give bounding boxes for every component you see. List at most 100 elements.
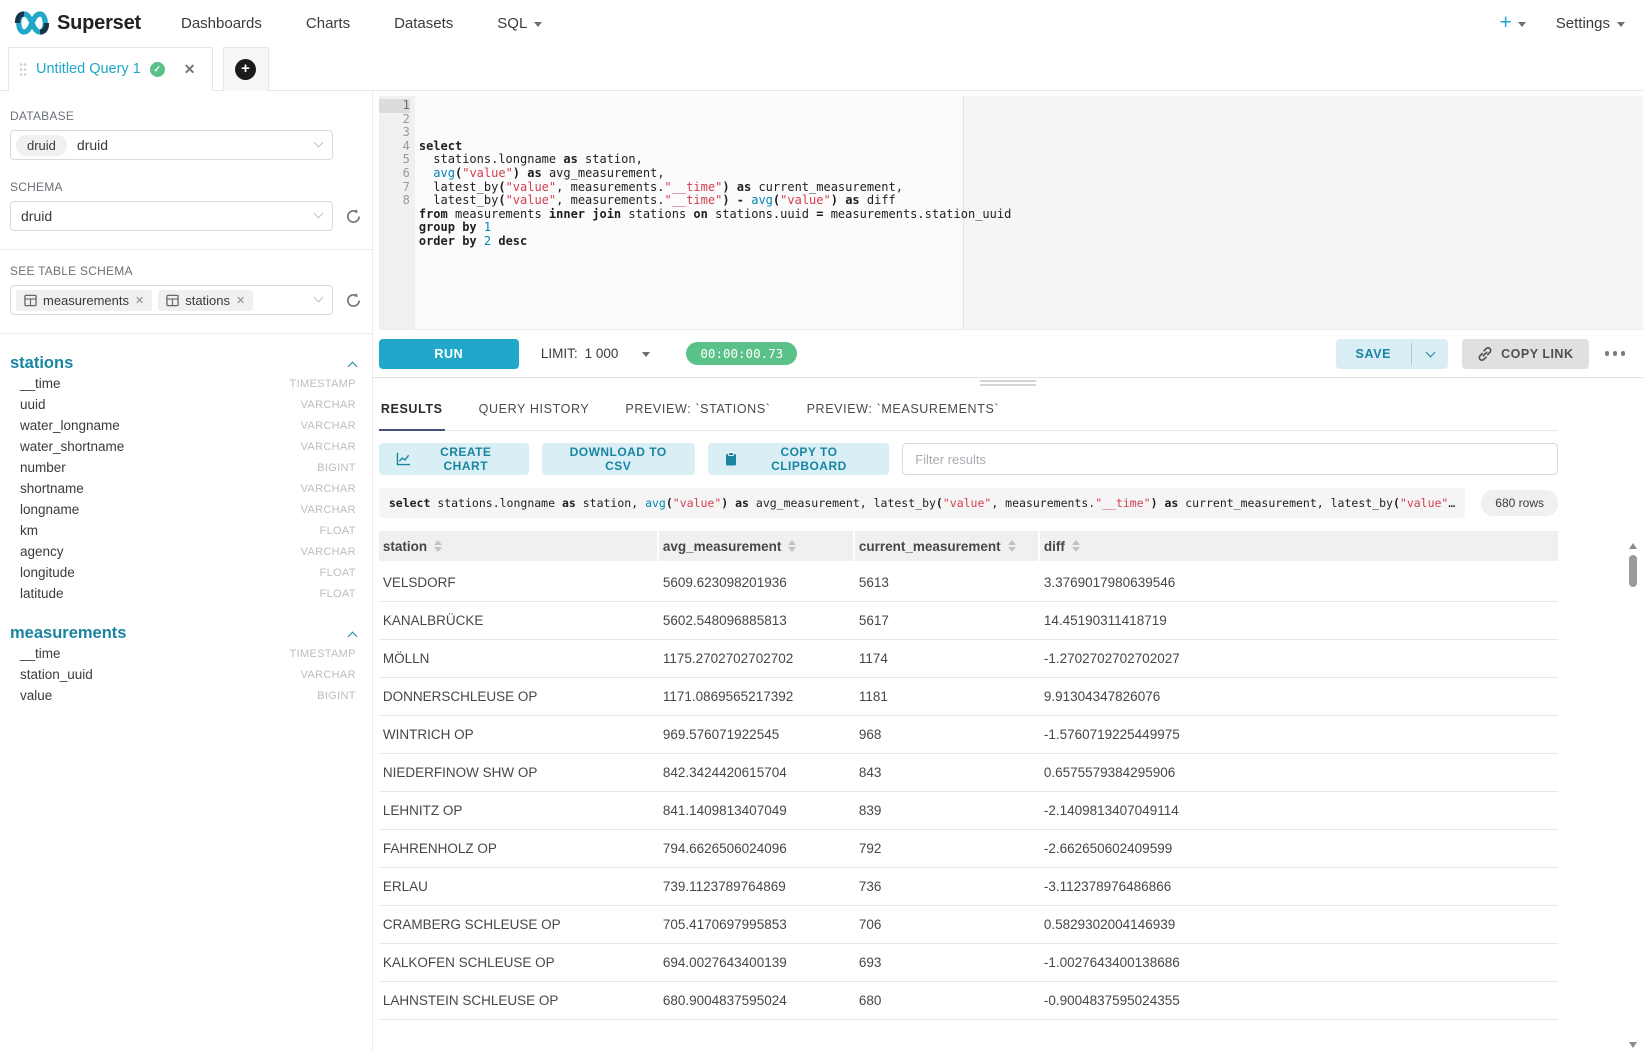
table-cell: 968 (855, 727, 1040, 742)
clipboard-icon (725, 452, 737, 466)
sort-icon[interactable] (788, 540, 796, 552)
download-csv-button[interactable]: DOWNLOAD TO CSV (542, 443, 695, 475)
tab-preview-measurements[interactable]: PREVIEW: `MEASUREMENTS` (805, 396, 1002, 430)
settings-menu[interactable]: Settings (1556, 15, 1625, 32)
table-cell: 794.6626506024096 (659, 841, 855, 856)
limit-value: 1 000 (585, 346, 619, 361)
save-button[interactable]: SAVE (1336, 339, 1412, 369)
editor-code-area[interactable]: select stations.longname as station, avg… (415, 96, 1643, 329)
table-cell: 5613 (855, 575, 1040, 590)
table-cell: MÖLLN (379, 651, 659, 666)
link-icon (1477, 346, 1493, 362)
table-cell: 680.9004837595024 (659, 993, 855, 1008)
table-row: LAHNSTEIN SCHLEUSE OP680.900483759502468… (379, 982, 1558, 1020)
query-timer-badge: 00:00:00.73 (686, 342, 797, 365)
schema-column-latitude: latitudeFLOAT (10, 583, 362, 604)
schema-tables-list: stations__timeTIMESTAMPuuidVARCHARwater_… (10, 354, 362, 706)
home-link[interactable]: Superset (14, 10, 141, 36)
column-header-diff[interactable]: diff (1040, 531, 1558, 561)
table-cell: WINTRICH OP (379, 727, 659, 742)
table-cell: 3.3769017980639546 (1040, 575, 1558, 590)
remove-chip-icon[interactable]: ✕ (135, 294, 144, 307)
table-cell: 843 (855, 765, 1040, 780)
refresh-tables-icon[interactable] (345, 292, 362, 309)
tab-query-history[interactable]: QUERY HISTORY (477, 396, 592, 430)
table-chip-stations: stations ✕ (158, 290, 253, 311)
results-scrollbar[interactable] (1627, 543, 1638, 1048)
schema-column-__time: __timeTIMESTAMP (10, 373, 362, 394)
sql-editor[interactable]: 12345678 select stations.longname as sta… (379, 96, 1643, 330)
table-cell: KALKOFEN SCHLEUSE OP (379, 955, 659, 970)
table-row: MÖLLN1175.27027027027021174-1.2702702702… (379, 640, 1558, 678)
table-cell: 9.91304347826076 (1040, 689, 1558, 704)
tab-preview-stations[interactable]: PREVIEW: `STATIONS` (623, 396, 772, 430)
more-options-button[interactable] (1603, 345, 1628, 362)
drag-handle-icon (19, 62, 27, 77)
table-cell: 693 (855, 955, 1040, 970)
table-cell: -1.0027643400138686 (1040, 955, 1558, 970)
table-schema-select[interactable]: measurements ✕ stations ✕ (10, 285, 333, 315)
refresh-schema-icon[interactable] (345, 208, 362, 225)
table-cell: 1171.0869565217392 (659, 689, 855, 704)
copy-link-button[interactable]: COPY LINK (1462, 339, 1588, 369)
table-cell: 1175.2702702702702 (659, 651, 855, 666)
schema-column-water_shortname: water_shortnameVARCHAR (10, 436, 362, 457)
query-preview-row: select stations.longname as station, avg… (379, 488, 1558, 518)
table-cell: CRAMBERG SCHLEUSE OP (379, 917, 659, 932)
plus-icon: + (235, 59, 256, 80)
column-header-current-measurement[interactable]: current_measurement (855, 531, 1040, 561)
table-cell: NIEDERFINOW SHW OP (379, 765, 659, 780)
sort-icon[interactable] (1072, 540, 1080, 552)
results-tab-bar: RESULTS QUERY HISTORY PREVIEW: `STATIONS… (379, 396, 1558, 431)
table-cell: 841.1409813407049 (659, 803, 855, 818)
column-header-station[interactable]: station (379, 531, 659, 561)
scrollbar-thumb[interactable] (1629, 555, 1637, 587)
nav-sql-menu[interactable]: SQL (497, 15, 542, 32)
tab-results[interactable]: RESULTS (379, 396, 445, 431)
pane-resize-handle[interactable] (373, 377, 1643, 388)
database-select[interactable]: druid druid (10, 130, 333, 160)
scroll-up-icon[interactable] (1629, 543, 1637, 549)
query-tab-untitled-query-1[interactable]: Untitled Query 1 ✓ ✕ (8, 47, 213, 91)
column-header-avg-measurement[interactable]: avg_measurement (659, 531, 855, 561)
sort-icon[interactable] (434, 540, 442, 552)
nav-datasets[interactable]: Datasets (394, 15, 453, 32)
save-options-button[interactable] (1412, 339, 1448, 369)
close-tab-icon[interactable]: ✕ (184, 61, 196, 78)
run-button[interactable]: RUN (379, 339, 519, 369)
table-cell: LAHNSTEIN SCHLEUSE OP (379, 993, 659, 1008)
table-cell: FAHRENHOLZ OP (379, 841, 659, 856)
superset-logo-icon (14, 10, 50, 36)
results-table-body: VELSDORF5609.62309820193656133.376901798… (379, 564, 1558, 1050)
table-row: DONNERSCHLEUSE OP1171.086956521739211819… (379, 678, 1558, 716)
chevron-down-icon (1617, 22, 1625, 27)
table-cell: 5609.623098201936 (659, 575, 855, 590)
copy-clipboard-button[interactable]: COPY TO CLIPBOARD (708, 443, 890, 475)
schema-column-water_longname: water_longnameVARCHAR (10, 415, 362, 436)
filter-results-input[interactable] (902, 443, 1558, 475)
table-cell: 694.0027643400139 (659, 955, 855, 970)
schema-select[interactable]: druid (10, 201, 333, 231)
schema-column-longitude: longitudeFLOAT (10, 562, 362, 583)
add-tab-button[interactable]: + (223, 47, 269, 91)
create-chart-button[interactable]: CREATE CHART (379, 443, 529, 475)
schema-column-longname: longnameVARCHAR (10, 499, 362, 520)
scroll-down-icon[interactable] (1629, 1042, 1637, 1048)
schema-table-measurements[interactable]: measurements (10, 624, 362, 643)
remove-chip-icon[interactable]: ✕ (236, 294, 245, 307)
table-cell: 705.4170697995853 (659, 917, 855, 932)
nav-dashboards[interactable]: Dashboards (181, 15, 262, 32)
table-cell: -2.662650602409599 (1040, 841, 1558, 856)
editor-toolbar: RUN LIMIT: 1 000 00:00:00.73 SAVE (373, 330, 1643, 377)
query-tab-bar: Untitled Query 1 ✓ ✕ + (0, 46, 1643, 91)
nav-charts[interactable]: Charts (306, 15, 350, 32)
add-new-menu[interactable]: + (1500, 11, 1526, 35)
table-row-partial (379, 1020, 1558, 1050)
table-cell: 739.1123789764869 (659, 879, 855, 894)
limit-dropdown[interactable]: LIMIT: 1 000 (541, 346, 651, 361)
sort-icon[interactable] (1008, 540, 1016, 552)
table-cell: 0.6575579384295906 (1040, 765, 1558, 780)
schema-column-__time: __timeTIMESTAMP (10, 643, 362, 664)
schema-table-stations[interactable]: stations (10, 354, 362, 373)
schema-column-shortname: shortnameVARCHAR (10, 478, 362, 499)
